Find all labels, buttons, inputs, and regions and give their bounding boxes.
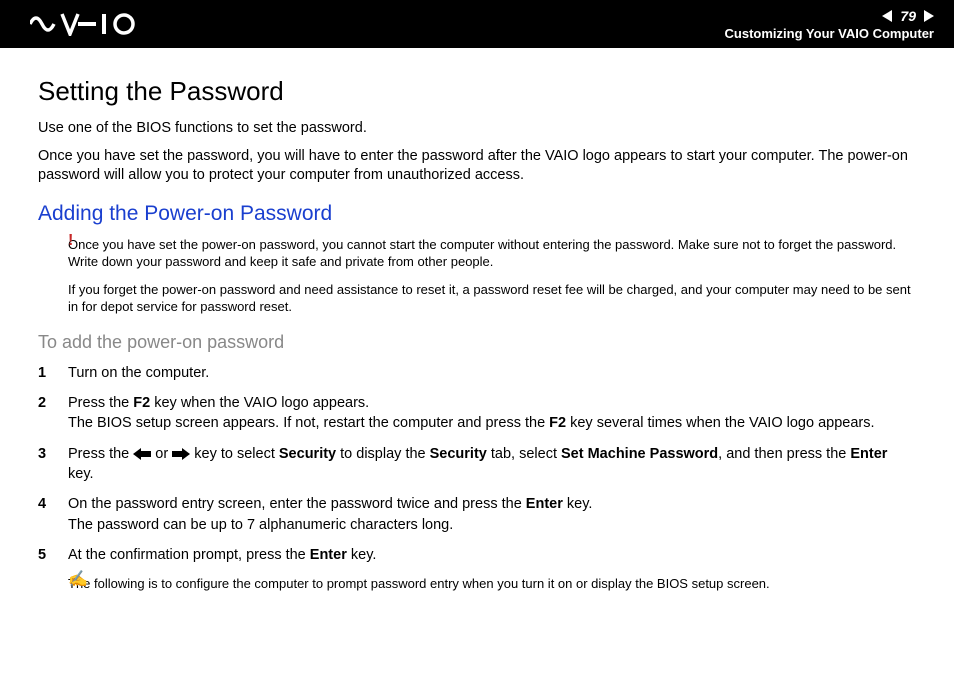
intro-text-2: Once you have set the password, you will…: [38, 147, 916, 186]
warning-block: ! Once you have set the power-on passwor…: [38, 236, 916, 316]
step-5: At the confirmation prompt, press the En…: [38, 545, 916, 565]
procedure-title: To add the power-on password: [38, 332, 916, 353]
intro-text-1: Use one of the BIOS functions to set the…: [38, 119, 916, 139]
step-4: On the password entry screen, enter the …: [38, 494, 916, 535]
step-1: Turn on the computer.: [38, 363, 916, 383]
note-block: ✍ The following is to configure the comp…: [38, 575, 916, 593]
prev-page-arrow-icon[interactable]: [882, 10, 892, 22]
page-header: 79 Customizing Your VAIO Computer: [0, 0, 954, 48]
page-navigation: 79: [725, 8, 934, 24]
step-3: Press the or key to select Security to d…: [38, 444, 916, 485]
warning-icon: !: [68, 232, 73, 250]
steps-list: Turn on the computer. Press the F2 key w…: [38, 363, 916, 565]
note-text: The following is to configure the comput…: [68, 575, 916, 593]
page-content: Setting the Password Use one of the BIOS…: [0, 48, 954, 623]
section-title: Customizing Your VAIO Computer: [725, 26, 934, 41]
vaio-logo: [30, 12, 140, 36]
warning-text-2: If you forget the power-on password and …: [68, 281, 916, 316]
step-2: Press the F2 key when the VAIO logo appe…: [38, 393, 916, 434]
next-page-arrow-icon[interactable]: [924, 10, 934, 22]
subheading: Adding the Power-on Password: [38, 202, 916, 226]
page-number: 79: [896, 8, 920, 24]
intro-block: Use one of the BIOS functions to set the…: [38, 119, 916, 186]
note-icon: ✍: [68, 569, 88, 589]
right-arrow-key-icon: [172, 448, 190, 460]
header-right: 79 Customizing Your VAIO Computer: [725, 8, 934, 41]
left-arrow-key-icon: [133, 448, 151, 460]
warning-text-1: Once you have set the power-on password,…: [68, 236, 916, 271]
page-title: Setting the Password: [38, 76, 916, 107]
